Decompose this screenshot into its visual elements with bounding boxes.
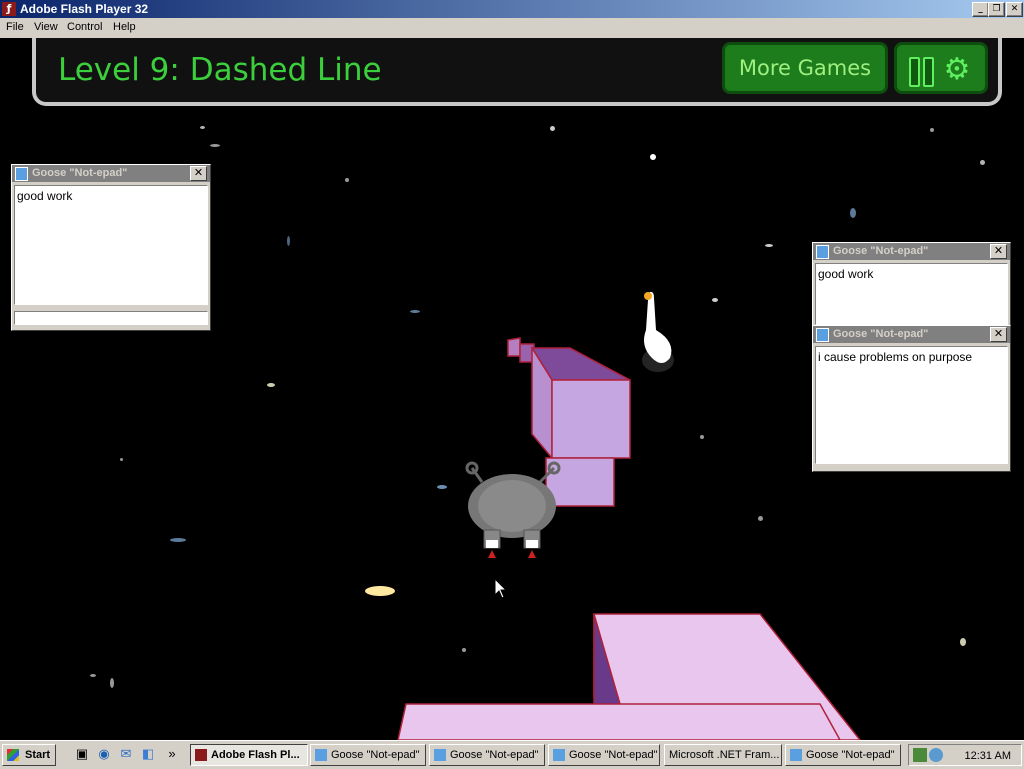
task-label: Goose "Not-epad" [569, 749, 658, 761]
notepad-window[interactable]: Goose "Not-epad" ✕ good work [11, 164, 211, 331]
notepad-title: Goose "Not-epad" [32, 167, 128, 179]
notepad-text-area[interactable]: good work [815, 263, 1008, 325]
block-front [551, 379, 631, 459]
goose-sprite [642, 291, 674, 372]
notepad-text-area[interactable]: i cause problems on purpose [815, 346, 1008, 464]
task-label: Goose "Not-epad" [806, 749, 895, 761]
close-button[interactable]: ✕ [1006, 2, 1023, 17]
notepad-title: Goose "Not-epad" [833, 245, 929, 257]
menu-help[interactable]: Help [113, 21, 136, 33]
notepad-window[interactable]: Goose "Not-epad" ✕ i cause problems on p… [812, 325, 1011, 472]
pause-settings-button[interactable]: ⚙ [894, 42, 988, 94]
task-notepad[interactable]: Goose "Not-epad" [785, 744, 901, 766]
pause-icon[interactable] [909, 57, 920, 87]
minimize-button[interactable]: _ [972, 2, 989, 17]
notepad-icon [790, 749, 802, 761]
close-button[interactable]: ✕ [990, 244, 1007, 259]
player-character [465, 461, 561, 558]
game-hud: Level 9: Dashed Line More Games ⚙ [32, 38, 1002, 106]
more-quicklaunch-icon[interactable]: » [164, 746, 180, 762]
close-button[interactable]: ✕ [190, 166, 207, 181]
menu-control[interactable]: Control [67, 21, 102, 33]
notepad-icon [816, 328, 829, 342]
explorer-icon[interactable]: ◧ [140, 746, 156, 762]
window-title: Adobe Flash Player 32 [20, 2, 149, 16]
tray-network-icon[interactable] [913, 748, 927, 762]
show-desktop-icon[interactable]: ▣ [74, 746, 90, 762]
notepad-icon [15, 167, 28, 181]
notepad-text-area[interactable]: good work [14, 185, 208, 305]
platform-front [397, 703, 841, 740]
notepad-window[interactable]: Goose "Not-epad" ✕ good work [812, 242, 1011, 328]
tray-update-icon[interactable] [929, 748, 943, 762]
window-title-bar[interactable]: ƒ Adobe Flash Player 32 _ ❐ ✕ [0, 0, 1024, 18]
block [507, 337, 521, 357]
task-label: Goose "Not-epad" [331, 749, 420, 761]
task-notepad[interactable]: Goose "Not-epad" [429, 744, 545, 766]
notepad-icon [434, 749, 446, 761]
level-title: Level 9: Dashed Line [58, 52, 382, 88]
gear-icon[interactable]: ⚙ [941, 54, 973, 86]
start-button[interactable]: Start [2, 744, 56, 766]
outlook-express-icon[interactable]: ✉ [118, 746, 134, 762]
internet-explorer-icon[interactable]: ◉ [96, 746, 112, 762]
system-tray: 12:31 AM [908, 744, 1022, 766]
more-games-button[interactable]: More Games [722, 42, 888, 94]
notepad-title-bar[interactable]: Goose "Not-epad" ✕ [813, 243, 1010, 260]
notepad-icon [816, 245, 829, 259]
taskbar: Start ▣ ◉ ✉ ◧ » Adobe Flash Pl... Goose … [0, 740, 1024, 769]
task-label: Goose "Not-epad" [450, 749, 539, 761]
flash-player-icon [195, 749, 207, 761]
notepad-icon [553, 749, 565, 761]
menu-view[interactable]: View [34, 21, 58, 33]
notepad-title-bar[interactable]: Goose "Not-epad" ✕ [12, 165, 210, 182]
windows-logo-icon [7, 749, 19, 761]
notepad-title-bar[interactable]: Goose "Not-epad" ✕ [813, 326, 1010, 343]
notepad-status-bar [14, 311, 208, 325]
pause-icon[interactable] [923, 57, 934, 87]
start-label: Start [25, 749, 51, 761]
clock[interactable]: 12:31 AM [965, 750, 1011, 762]
task-notepad[interactable]: Goose "Not-epad" [310, 744, 426, 766]
flash-player-icon: ƒ [2, 2, 16, 16]
close-button[interactable]: ✕ [990, 327, 1007, 342]
menu-file[interactable]: File [6, 21, 24, 33]
notepad-title: Goose "Not-epad" [833, 328, 929, 340]
restore-button[interactable]: ❐ [988, 2, 1005, 17]
task-flash-player[interactable]: Adobe Flash Pl... [190, 744, 308, 766]
task-label: Microsoft .NET Fram... [669, 749, 780, 761]
task-notepad[interactable]: Goose "Not-epad" [548, 744, 660, 766]
task-label: Adobe Flash Pl... [211, 749, 300, 761]
menu-bar: File View Control Help [0, 18, 1024, 38]
mouse-cursor-icon [494, 578, 508, 599]
task-dotnet[interactable]: Microsoft .NET Fram... [664, 744, 782, 766]
notepad-icon [315, 749, 327, 761]
